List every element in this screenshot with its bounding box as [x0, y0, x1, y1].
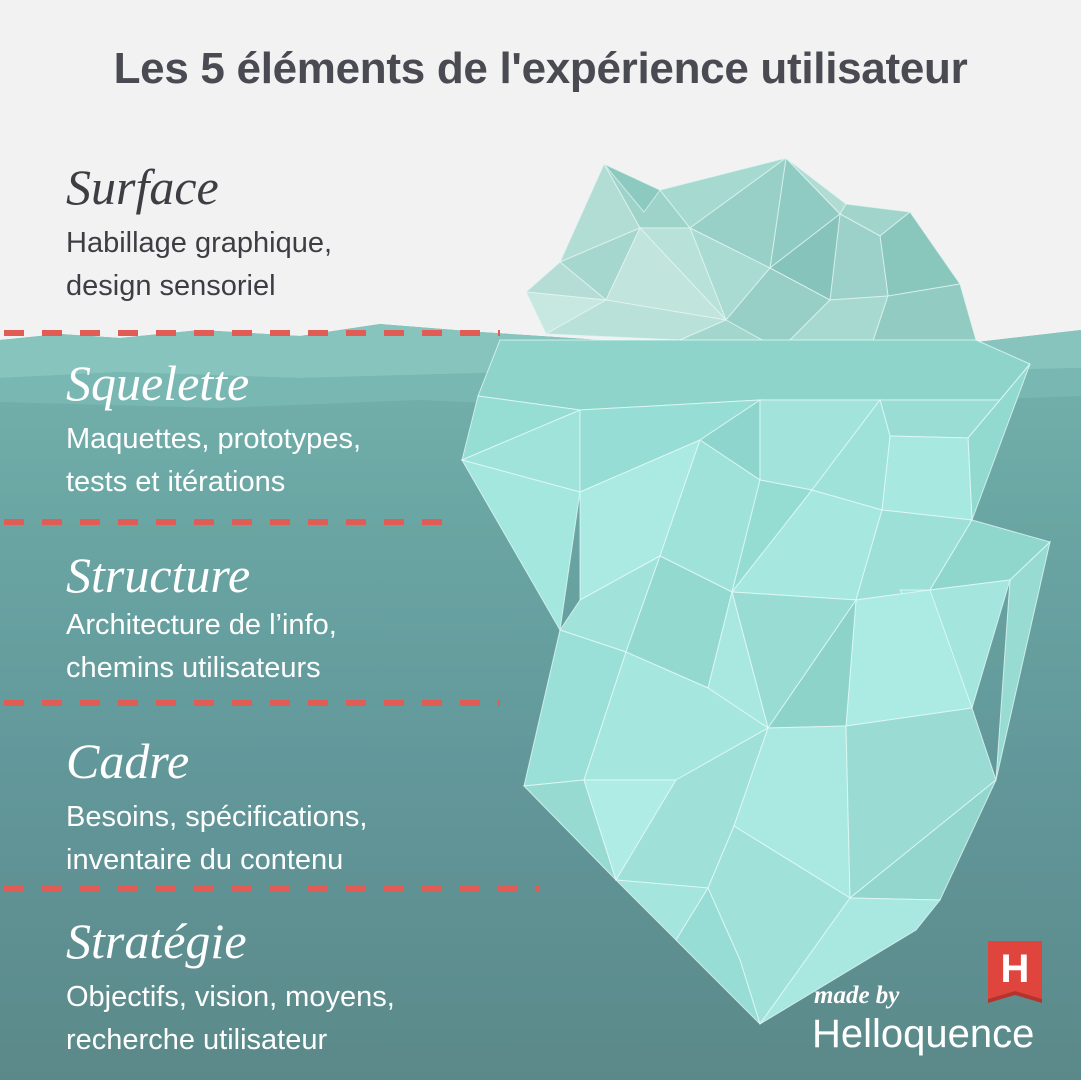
layer-description-line: inventaire du contenu [66, 844, 344, 876]
page-title: Les 5 éléments de l'expérience utilisate… [113, 44, 968, 93]
made-by-label: made by [814, 982, 900, 1009]
layer-structure: Structure Architecture de l’info, chemin… [66, 546, 337, 690]
layer-description-line: Objectifs, vision, moyens, [66, 981, 395, 1013]
layer-name: Surface [66, 159, 219, 215]
layer-name: Stratégie [66, 913, 247, 969]
iceberg-tip [524, 156, 977, 351]
layer-description-line: Architecture de l’info, [66, 609, 337, 641]
logo-letter: H [1001, 947, 1030, 991]
layer-name: Structure [66, 547, 251, 603]
helloquence-logo-icon: H [988, 941, 1042, 1003]
layer-description: Architecture de l’info, chemins utilisat… [66, 604, 337, 690]
layer-description: Besoins, spécifications, inventaire du c… [66, 796, 367, 882]
layer-description-line: Maquettes, prototypes, [66, 423, 361, 455]
layer-description-line: tests et itérations [66, 466, 286, 498]
layer-description: Maquettes, prototypes, tests et itératio… [66, 418, 361, 504]
layer-name: Cadre [66, 733, 190, 789]
layer-description: Habillage graphique, design sensoriel [66, 222, 332, 308]
layer-surface: Surface Habillage graphique, design sens… [66, 158, 332, 308]
layer-description-line: chemins utilisateurs [66, 652, 321, 684]
layer-squelette: Squelette Maquettes, prototypes, tests e… [66, 354, 361, 504]
layer-strategie: Stratégie Objectifs, vision, moyens, rec… [66, 912, 395, 1062]
layer-cadre: Cadre Besoins, spécifications, inventair… [66, 732, 367, 882]
layer-name: Squelette [66, 355, 250, 411]
layer-description: Objectifs, vision, moyens, recherche uti… [66, 976, 395, 1062]
layer-description-line: recherche utilisateur [66, 1024, 328, 1056]
layer-description-line: design sensoriel [66, 270, 276, 302]
layer-description-line: Habillage graphique, [66, 227, 333, 259]
layer-description-line: Besoins, spécifications, [66, 801, 368, 833]
brand-name: Helloquence [812, 1012, 1035, 1056]
